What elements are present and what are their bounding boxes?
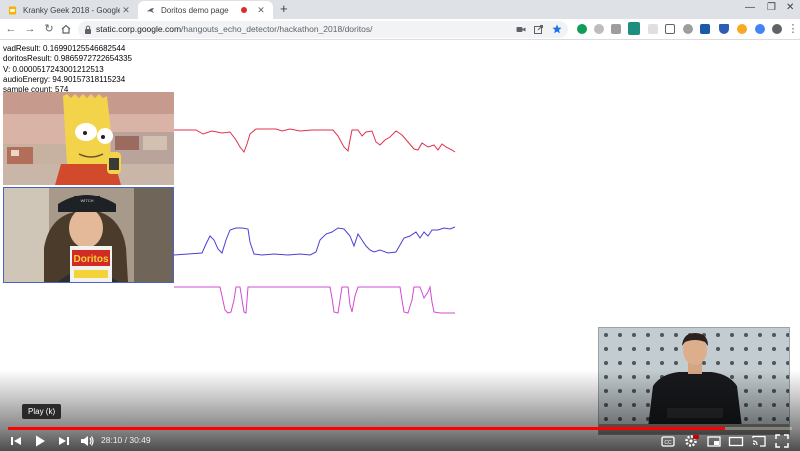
theater-mode-icon[interactable] xyxy=(728,433,744,449)
time-display: 28:10 / 30:49 xyxy=(101,435,151,445)
cast-icon[interactable] xyxy=(751,433,767,449)
next-icon[interactable] xyxy=(56,433,72,449)
previous-icon[interactable] xyxy=(8,433,24,449)
captions-icon[interactable]: CC xyxy=(660,433,676,449)
play-tooltip: Play (k) xyxy=(22,404,62,419)
fullscreen-icon[interactable] xyxy=(774,433,790,449)
settings-icon[interactable] xyxy=(683,433,699,449)
audio-energy-graph xyxy=(174,285,455,314)
player-controls: 28:10 / 30:49 CC xyxy=(0,430,800,451)
svg-text:CC: CC xyxy=(664,440,672,446)
vad-result-graph xyxy=(173,226,456,256)
miniplayer-icon[interactable] xyxy=(706,433,722,449)
doritos-result-graph xyxy=(174,128,456,153)
play-icon[interactable] xyxy=(32,433,48,449)
volume-icon[interactable] xyxy=(79,433,95,449)
screen: Kranky Geek 2018 - Google Slide ✕ Dorito… xyxy=(0,0,800,451)
